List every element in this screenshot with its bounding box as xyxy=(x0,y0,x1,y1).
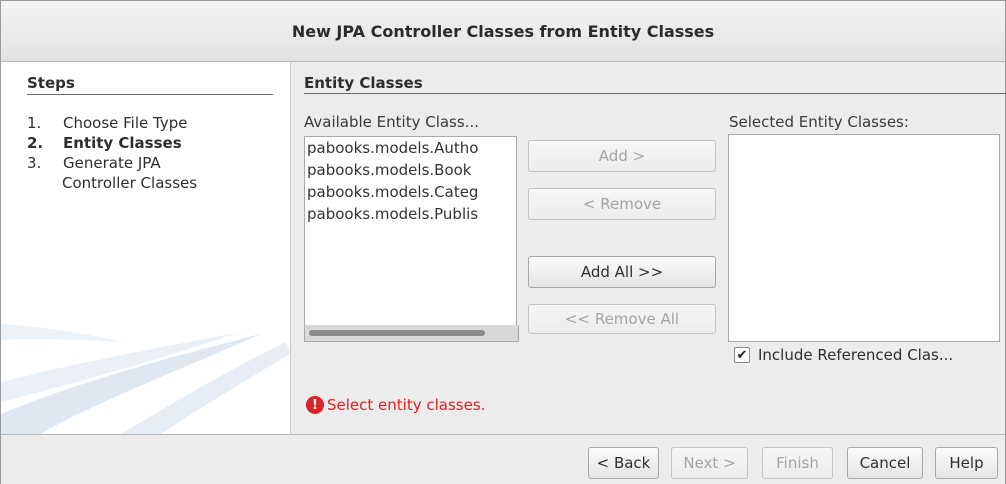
step-number: 2. xyxy=(27,134,44,152)
include-referenced-checkbox[interactable]: ✔ xyxy=(734,347,750,363)
step-choose-file-type: 1. Choose File Type xyxy=(27,114,187,132)
available-entity-classes-list[interactable]: pabooks.models.Autho pabooks.models.Book… xyxy=(304,136,517,326)
add-all-button[interactable]: Add All >> xyxy=(528,256,716,288)
list-item[interactable]: pabooks.models.Categ xyxy=(305,181,516,203)
content-heading: Entity Classes xyxy=(304,74,423,92)
content-divider xyxy=(304,93,1006,94)
dialog-footer: < Back Next > Finish Cancel Help xyxy=(1,434,1005,484)
next-button[interactable]: Next > xyxy=(671,447,748,479)
validation-message: ! Select entity classes. xyxy=(306,396,485,414)
wizard-swoosh-graphic xyxy=(1,324,290,434)
back-button[interactable]: < Back xyxy=(588,447,659,479)
help-button[interactable]: Help xyxy=(935,447,998,479)
remove-all-button[interactable]: << Remove All xyxy=(528,304,716,334)
error-text: Select entity classes. xyxy=(327,396,486,414)
step-generate-jpa: 3. Generate JPA xyxy=(27,154,161,172)
step-label-continued: Controller Classes xyxy=(62,174,198,192)
error-icon: ! xyxy=(306,396,324,414)
scrollbar-thumb[interactable] xyxy=(309,330,485,336)
list-item[interactable]: pabooks.models.Book xyxy=(305,159,516,181)
dialog-title: New JPA Controller Classes from Entity C… xyxy=(291,21,715,41)
add-button[interactable]: Add > xyxy=(528,140,716,172)
list-item[interactable]: pabooks.models.Autho xyxy=(305,137,516,159)
available-list-horizontal-scrollbar[interactable] xyxy=(304,325,519,342)
include-referenced-label: Include Referenced Clas... xyxy=(758,346,954,364)
include-referenced-classes-option[interactable]: ✔ Include Referenced Clas... xyxy=(734,346,953,364)
step-number: 3. xyxy=(27,154,42,172)
step-label: Generate JPA xyxy=(63,154,161,172)
dialog-title-bar[interactable]: New JPA Controller Classes from Entity C… xyxy=(1,1,1005,62)
steps-divider xyxy=(27,94,273,95)
available-entity-classes-label: Available Entity Class... xyxy=(304,113,479,131)
step-number: 1. xyxy=(27,114,42,132)
cancel-button[interactable]: Cancel xyxy=(847,447,923,479)
list-item[interactable]: pabooks.models.Publis xyxy=(305,203,516,225)
selected-entity-classes-list[interactable] xyxy=(728,134,1000,342)
selected-entity-classes-label: Selected Entity Classes: xyxy=(729,113,909,131)
finish-button[interactable]: Finish xyxy=(762,447,833,479)
remove-button[interactable]: < Remove xyxy=(528,188,716,220)
steps-panel: Steps 1. Choose File Type 2. Entity Clas… xyxy=(1,62,291,434)
step-entity-classes: 2. Entity Classes xyxy=(27,134,182,152)
step-label: Choose File Type xyxy=(63,114,188,132)
step-label: Entity Classes xyxy=(63,134,182,152)
steps-heading: Steps xyxy=(27,74,75,92)
